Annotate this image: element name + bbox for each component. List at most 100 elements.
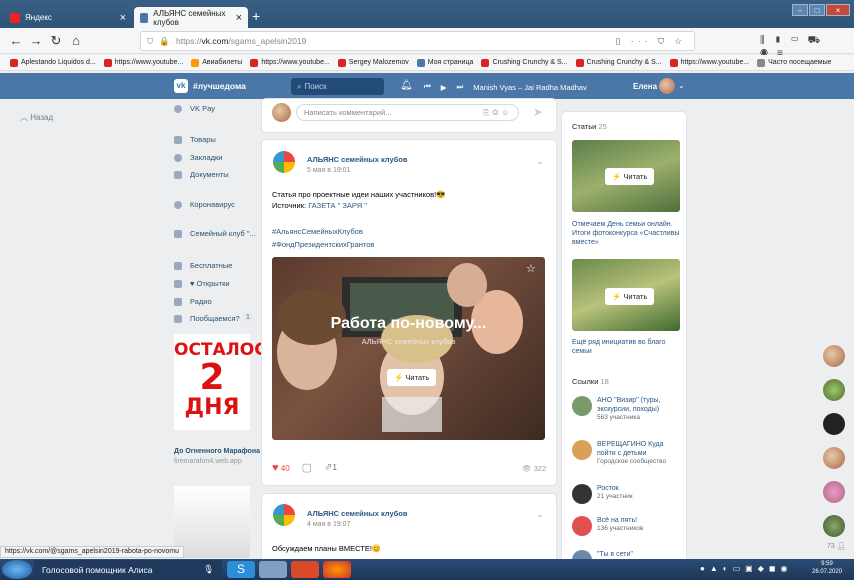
star-icon — [174, 153, 182, 162]
tab-alliance[interactable]: АЛЬЯНС семейных клубов × — [134, 7, 248, 28]
bookmark[interactable]: Crushing Crunchy & S... — [481, 58, 568, 67]
bookmark[interactable]: Crushing Crunchy & S... — [575, 58, 662, 67]
article-snippet[interactable] — [272, 257, 545, 440]
firefox-icon[interactable] — [323, 561, 351, 578]
menu-item-family-club[interactable]: Семейный клуб "... — [174, 229, 256, 238]
friend-avatar[interactable] — [823, 447, 845, 469]
link-item[interactable]: ВЕРЕЩАГИНО Куда пойти с детьми Городское … — [572, 440, 682, 465]
read-button[interactable]: ⚡ Читать — [605, 288, 655, 305]
media-icon[interactable] — [291, 561, 319, 578]
header-hashtag[interactable]: #лучшедома — [193, 81, 246, 91]
menu-item-free[interactable]: Бесплатные — [174, 261, 232, 270]
ad-banner[interactable]: ОСТАЛОСЬ 2 ДНЯ — [174, 334, 280, 430]
friend-avatar[interactable] — [823, 413, 845, 435]
apps-icon — [174, 297, 182, 306]
menu-item-documents[interactable]: Документы — [174, 170, 229, 179]
articles-header[interactable]: Статьи 25 — [572, 122, 607, 131]
bookmark[interactable]: Aplestando Liquidos d... — [10, 58, 96, 67]
bookmark[interactable]: Часто посещаемые — [757, 58, 832, 67]
menu-item-radio[interactable]: Радио — [174, 297, 212, 306]
chevron-down-icon[interactable]: ⌄ — [536, 156, 544, 167]
tray-icons[interactable]: ●▲◐▭▣◆◼◉ — [700, 564, 792, 573]
avatar — [272, 103, 291, 122]
close-icon[interactable]: × — [236, 12, 242, 24]
close-window-button[interactable]: × — [826, 4, 850, 16]
friend-avatar[interactable] — [823, 345, 845, 367]
links-header[interactable]: Ссылки 18 — [572, 377, 609, 386]
article-caption[interactable]: Отмечаем День семьи онлайн. Итоги фотоко… — [572, 220, 682, 247]
like-button[interactable]: ♥ 40 — [272, 462, 290, 474]
minimize-button[interactable]: – — [792, 4, 808, 16]
explorer-icon[interactable] — [259, 561, 287, 578]
menu-item-vkpay[interactable]: VK Pay — [174, 104, 215, 113]
tab-yandex[interactable]: Яндекс × — [4, 7, 132, 28]
menu-item-chat[interactable]: Пообщаемся? — [174, 314, 240, 323]
search-input[interactable]: ⌕ Поиск — [291, 78, 384, 95]
bookmark[interactable]: https://www.youtube... — [669, 58, 749, 67]
post-author[interactable]: АЛЬЯНС семейных клубов — [307, 155, 407, 164]
ad-title[interactable]: До Огненного Марафона — [174, 448, 260, 455]
next-icon[interactable]: ⏭ — [457, 82, 464, 92]
post-date[interactable]: 4 мая в 19:07 — [307, 521, 350, 528]
back-arrow-icon[interactable]: ← — [6, 31, 26, 51]
menu-item-goods[interactable]: Товары — [174, 135, 216, 144]
user-name[interactable]: Елена — [633, 82, 657, 91]
send-icon[interactable]: ➤ — [533, 105, 543, 119]
link-item[interactable]: Росток 21 участник — [572, 484, 682, 504]
avatar[interactable] — [659, 78, 675, 94]
page-actions-icon[interactable]: ▯ ··· ⛉ ☆ — [616, 36, 686, 47]
home-icon[interactable]: ⌂ — [66, 31, 86, 51]
ad-image[interactable] — [174, 486, 250, 558]
previous-icon[interactable]: ⏮ — [424, 82, 431, 92]
bell-icon[interactable]: 🔔︎ — [400, 80, 413, 91]
back-link[interactable]: ︿ Назад — [20, 112, 53, 123]
play-icon[interactable]: ▶ — [441, 83, 447, 92]
hashtag-link[interactable]: #ФондПрезидентскихГрантов — [272, 239, 374, 250]
vk-logo-icon[interactable]: vk — [174, 79, 188, 93]
chevron-down-icon[interactable]: ⌄ — [678, 81, 685, 90]
hashtag-link[interactable]: #АльянсСемейныхКлубов — [272, 226, 363, 237]
bookmark[interactable]: Авиабилеты — [191, 58, 242, 67]
ad-line3: ДНЯ — [184, 395, 240, 420]
group-logo[interactable] — [273, 504, 295, 526]
post-date[interactable]: 5 мая в 19:01 — [307, 167, 350, 174]
menu-item-cards[interactable]: ♥ Открытки — [174, 279, 230, 288]
post-author[interactable]: АЛЬЯНС семейных клубов — [307, 509, 407, 518]
skype-icon[interactable]: S — [227, 561, 255, 578]
share-button[interactable]: ⇗1 — [324, 462, 337, 473]
read-button[interactable]: ⚡ Читать — [605, 168, 655, 185]
new-tab-button[interactable]: + — [252, 8, 260, 24]
url-bar[interactable]: ⛉ 🔒 https://vk.com/sgams_apelsin2019 ▯ ·… — [140, 31, 695, 51]
read-button[interactable]: ⚡ Читать — [387, 369, 437, 386]
link-avatar — [572, 396, 592, 416]
bookmark[interactable]: https://www.youtube... — [250, 58, 330, 67]
link-item[interactable]: АНО "Визир" (туры, экскурсии, походы) 563… — [572, 396, 682, 421]
start-button[interactable] — [2, 560, 32, 579]
online-count[interactable]: 73 👤︎ — [827, 542, 846, 550]
maximize-button[interactable]: □ — [809, 4, 825, 16]
article-title[interactable]: Работа по-новому... — [272, 315, 545, 333]
music-player[interactable]: ⏮ ▶ ⏭ Manish Vyas – Jai Radha Madhav — [424, 82, 587, 92]
comment-input[interactable]: Написать комментарий... ⎘◎☺ — [296, 104, 519, 121]
friend-avatar[interactable] — [823, 379, 845, 401]
comment-icon[interactable]: ▢ — [302, 461, 312, 474]
reload-icon[interactable]: ↻ — [46, 31, 66, 51]
voice-assistant-input[interactable]: Голосовой помощник Алиса 🎙︎ — [34, 560, 222, 579]
friend-avatar[interactable] — [823, 481, 845, 503]
chevron-down-icon[interactable]: ⌄ — [536, 509, 544, 520]
forward-arrow-icon[interactable]: → — [26, 31, 46, 51]
source-link[interactable]: ГАЗЕТА " ЗАРЯ " — [308, 201, 367, 210]
star-icon[interactable]: ☆ — [526, 262, 536, 275]
menu-item-bookmarks[interactable]: Закладки — [174, 153, 222, 162]
apps-icon — [174, 314, 182, 323]
article-caption[interactable]: Ещё ряд инициатив во благо семьи — [572, 338, 682, 356]
group-logo[interactable] — [273, 151, 295, 173]
clock[interactable]: 9:59 26.07.2020 — [812, 560, 842, 576]
bookmark[interactable]: Sergey Malozemov — [337, 58, 409, 67]
close-icon[interactable]: × — [120, 12, 126, 24]
bookmark[interactable]: https://www.youtube... — [103, 58, 183, 67]
bookmark[interactable]: Моя страница — [416, 58, 473, 67]
friend-avatar[interactable] — [823, 515, 845, 537]
menu-item-coronavirus[interactable]: Коронавирус — [174, 200, 235, 209]
link-item[interactable]: Всё на пять! 136 участников — [572, 516, 682, 536]
